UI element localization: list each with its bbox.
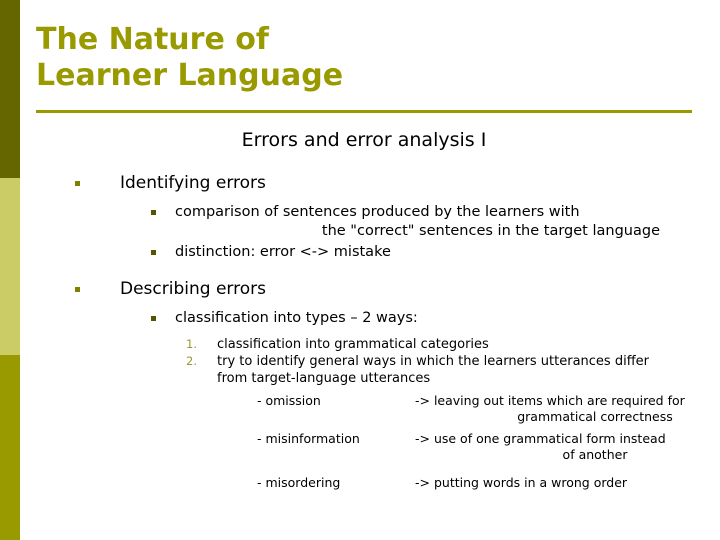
subbullet-classification: classification into types – 2 ways: <box>20 309 720 328</box>
square-bullet-icon <box>151 210 156 215</box>
title-divider-rule <box>36 110 692 113</box>
slide-title: The Nature of Learner Language <box>36 22 344 93</box>
sidebar-band-top <box>0 0 20 178</box>
numbered-item-1: 1. classification into grammatical categ… <box>20 336 720 353</box>
title-block: The Nature of Learner Language <box>36 22 692 94</box>
definition-description: -> putting words in a wrong order <box>415 475 720 491</box>
list-number: 1. <box>186 337 197 351</box>
definition-term: - misinformation <box>257 431 360 446</box>
square-bullet-icon <box>75 181 80 186</box>
definition-description-line-1: -> putting words in a wrong order <box>415 475 628 490</box>
subbullet-label: classification into types – 2 ways: <box>175 310 418 326</box>
subbullet-line-1: comparison of sentences produced by the … <box>175 204 580 220</box>
sidebar-band-bottom <box>0 355 20 540</box>
numbered-item-2: 2. try to identify general ways in which… <box>20 353 720 387</box>
definition-description-line-1: -> use of one grammatical form instead <box>415 431 666 446</box>
definition-description: -> use of one grammatical form instead o… <box>415 431 720 463</box>
square-bullet-icon <box>151 250 156 255</box>
definition-description-line-2: of another <box>562 447 628 462</box>
definition-term: - misordering <box>257 475 341 490</box>
numbered-item-text-cont: from target-language utterances <box>217 371 431 386</box>
numbered-item-text: try to identify general ways in which th… <box>217 354 650 369</box>
definition-description-line-2: grammatical correctness <box>517 409 673 424</box>
bullet-label: Describing errors <box>120 279 266 299</box>
definition-term: - omission <box>257 393 321 408</box>
definition-row-misordering: - misordering -> putting words in a wron… <box>20 475 720 491</box>
slide-body: Identifying errors comparison of sentenc… <box>20 172 720 491</box>
subbullet-line-2: the "correct" sentences in the target la… <box>321 223 660 239</box>
bullet-label: Identifying errors <box>120 173 266 193</box>
bullet-identifying-errors: Identifying errors <box>20 172 720 195</box>
numbered-item-text: classification into grammatical categori… <box>217 337 489 352</box>
subbullet-comparison: comparison of sentences produced by the … <box>20 203 720 241</box>
square-bullet-icon <box>75 287 80 292</box>
subbullet-line-1: distinction: error <-> mistake <box>175 244 391 260</box>
definition-row-misinformation: - misinformation -> use of one grammatic… <box>20 431 720 463</box>
slide-subtitle: Errors and error analysis I <box>241 129 487 151</box>
square-bullet-icon <box>151 316 156 321</box>
definition-row-omission: - omission -> leaving out items which ar… <box>20 393 720 425</box>
definition-description-line-1: -> leaving out items which are required … <box>415 393 685 408</box>
definition-description: -> leaving out items which are required … <box>415 393 720 425</box>
list-number: 2. <box>186 354 197 368</box>
sidebar-band-middle <box>0 178 20 355</box>
bullet-describing-errors: Describing errors <box>20 278 720 301</box>
subbullet-distinction: distinction: error <-> mistake <box>20 243 720 262</box>
decorative-sidebar <box>0 0 20 540</box>
